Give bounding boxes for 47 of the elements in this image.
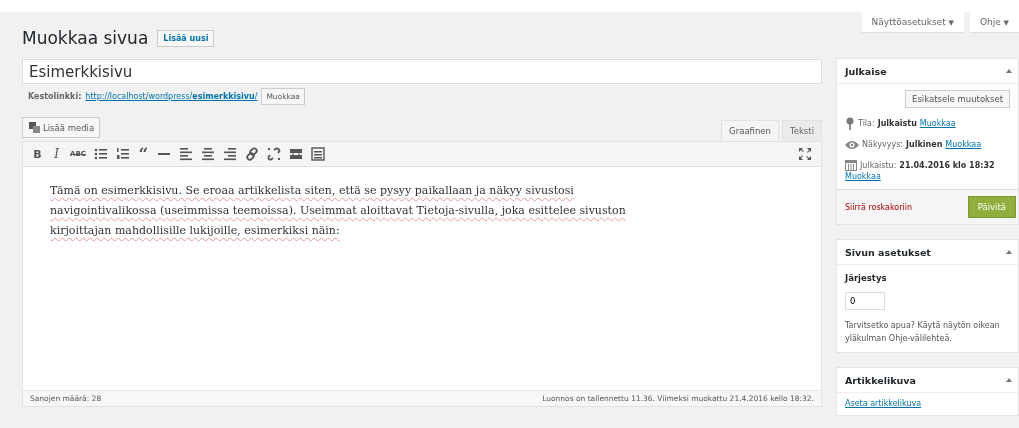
editor-tab[interactable]: Teksti bbox=[781, 120, 822, 141]
add-media-button[interactable]: Lisää media bbox=[22, 117, 101, 138]
box-title: Julkaise bbox=[845, 65, 887, 77]
body-text: Tämä on esimerkkisivu. Se eroaa artikkelista siten, että se pysyy paikallaan ja näkyy sivustosi navigointivalikossa (useimmissa teemoissa). Useimmat aloittavat Tietoja-sivulla, joka esittelee sivuston kirjoittajan mahdollisille lukijoille, esimerkiksi näin: bbox=[50, 183, 627, 239]
bold-button[interactable]: B bbox=[29, 144, 46, 164]
edit-link[interactable]: Muokkaa bbox=[845, 171, 881, 182]
collapse-arrow-icon[interactable] bbox=[1006, 250, 1012, 254]
help-text: Tarvitsetko apua? Käytä näytön oikean yläkulman Ohje-välilehteä. bbox=[845, 320, 1001, 345]
unlink-icon[interactable] bbox=[266, 147, 281, 161]
edit-link[interactable]: Muokkaa bbox=[945, 139, 982, 150]
calendar-icon bbox=[845, 159, 857, 171]
fullscreen-icon[interactable] bbox=[798, 147, 812, 161]
media-icon bbox=[28, 121, 41, 134]
collapse-arrow-icon[interactable] bbox=[1006, 378, 1012, 382]
edit-link[interactable]: Muokkaa bbox=[919, 118, 956, 129]
meta-label: Julkaistu: bbox=[860, 159, 897, 171]
order-label: Järjestys bbox=[845, 273, 888, 283]
blockquote-button[interactable]: “ bbox=[134, 144, 152, 164]
meta-value: 21.04.2016 klo 18:32 bbox=[899, 159, 995, 171]
link-icon[interactable] bbox=[244, 147, 259, 161]
editor-tab[interactable]: Graafinen bbox=[721, 120, 779, 141]
permalink-link[interactable]: http://localhost/wordpress/esimerkkisivu/ bbox=[85, 92, 258, 101]
order-field[interactable]: 0 bbox=[845, 292, 885, 310]
collapse-arrow-icon[interactable] bbox=[1006, 69, 1012, 73]
box-title: Artikkelikuva bbox=[845, 374, 916, 386]
numbered-list-icon[interactable] bbox=[115, 147, 130, 161]
italic-button[interactable]: I bbox=[48, 144, 65, 164]
preview-button[interactable]: Esikatsele muutokset bbox=[905, 90, 1010, 108]
meta-value: Julkinen bbox=[906, 139, 943, 150]
bullet-list-icon[interactable] bbox=[93, 147, 108, 161]
align-right-icon[interactable] bbox=[222, 147, 237, 161]
permalink-label: Kestolinkki: bbox=[28, 92, 82, 101]
add-new-button[interactable]: Lisää uusi bbox=[157, 29, 215, 47]
box-title: Sivun asetukset bbox=[845, 246, 931, 258]
toolbar-toggle-icon[interactable] bbox=[310, 147, 325, 161]
align-center-icon[interactable] bbox=[200, 147, 215, 161]
pin-icon bbox=[845, 117, 855, 130]
meta-value: Julkaistu bbox=[877, 118, 917, 129]
meta-label: Näkyvyys: bbox=[862, 139, 904, 150]
align-left-icon[interactable] bbox=[178, 147, 193, 161]
read-more-icon[interactable] bbox=[288, 147, 303, 161]
title-field[interactable]: Esimerkkisivu bbox=[22, 59, 822, 84]
meta-label: Tila: bbox=[858, 118, 875, 129]
trash-link[interactable]: Siirrä roskakoriin bbox=[845, 202, 913, 212]
eye-icon bbox=[845, 139, 859, 150]
set-featured-image-link[interactable]: Aseta artikkelikuva bbox=[845, 399, 922, 408]
page-title: Muokkaa sivua bbox=[22, 28, 149, 48]
